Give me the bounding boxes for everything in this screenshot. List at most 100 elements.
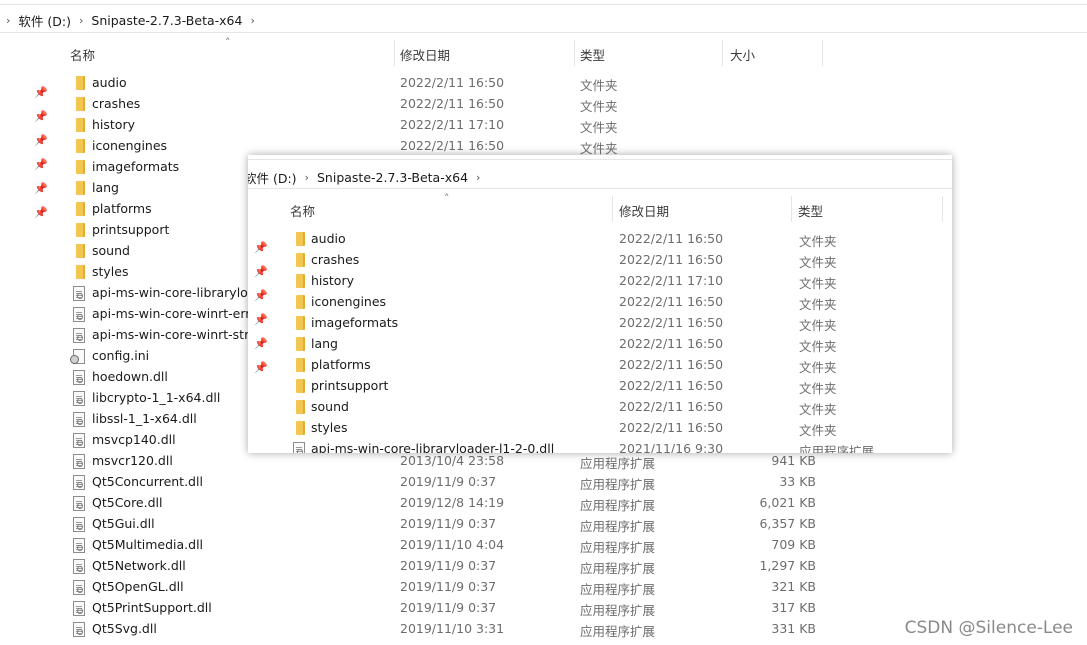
file-size: 6,357 KB: [759, 516, 816, 531]
chevron-right-icon[interactable]: ›: [79, 14, 83, 27]
file-name: Qt5Multimedia.dll: [92, 537, 204, 552]
folder-icon: [293, 400, 307, 415]
chevron-right-icon[interactable]: ›: [476, 171, 480, 184]
column-header-type[interactable]: 类型: [798, 196, 823, 224]
file-name: Qt5Concurrent.dll: [92, 474, 203, 489]
file-row[interactable]: history 2022/2/11 17:10 文件夹: [0, 115, 830, 136]
file-row[interactable]: iconengines 2022/2/11 16:50 文件夹: [248, 292, 952, 313]
dll-file-icon: [73, 496, 87, 511]
column-divider[interactable]: [791, 196, 792, 222]
file-name: printsupport: [92, 222, 170, 237]
modified-date: 2022/2/11 17:10: [400, 117, 505, 132]
column-header-name[interactable]: 名称: [290, 196, 315, 224]
file-name: msvcr120.dll: [92, 453, 173, 468]
file-type: 文件夹: [799, 423, 837, 438]
column-header-date[interactable]: 修改日期: [619, 196, 669, 224]
file-row[interactable]: audio 2022/2/11 16:50 文件夹: [0, 73, 830, 94]
file-size: 331 KB: [771, 621, 816, 636]
dll-file-icon: [73, 433, 87, 448]
file-row[interactable]: styles 2022/2/11 16:50 文件夹: [248, 418, 952, 439]
file-type: 文件夹: [799, 402, 837, 417]
file-row[interactable]: Qt5Network.dll 2019/11/9 0:37 应用程序扩展 1,297 …: [0, 556, 830, 577]
column-divider[interactable]: [574, 40, 575, 66]
file-size: 321 KB: [771, 579, 816, 594]
folder-icon: [73, 265, 87, 280]
chevron-right-icon[interactable]: ›: [6, 14, 10, 27]
modified-date: 2022/2/11 16:50: [619, 252, 724, 267]
file-row[interactable]: Qt5Multimedia.dll 2019/11/10 4:04 应用程序扩展 70…: [0, 535, 830, 556]
file-name: styles: [92, 264, 129, 279]
file-row[interactable]: lang 2022/2/11 16:50 文件夹: [248, 334, 952, 355]
file-row[interactable]: Qt5Svg.dll 2019/11/10 3:31 应用程序扩展 331 KB: [0, 619, 830, 640]
file-row[interactable]: crashes 2022/2/11 16:50 文件夹: [0, 94, 830, 115]
column-header-size[interactable]: 大小: [730, 40, 755, 68]
sort-up-icon: ˄: [444, 192, 450, 205]
file-name: crashes: [92, 96, 141, 111]
breadcrumb-drive[interactable]: 软件 (D:): [18, 11, 71, 30]
file-name: msvcp140.dll: [92, 432, 176, 447]
divider: [0, 4, 1087, 5]
file-name: api-ms-win-core-libraryloader-l1-2-0.dll: [311, 441, 555, 453]
modified-date: 2022/2/11 16:50: [400, 75, 505, 90]
file-type: 文件夹: [799, 360, 837, 375]
modified-date: 2022/2/11 16:50: [619, 315, 724, 330]
file-row[interactable]: history 2022/2/11 17:10 文件夹: [248, 271, 952, 292]
file-type: 文件夹: [799, 297, 837, 312]
modified-date: 2022/2/11 16:50: [619, 294, 724, 309]
file-type: 文件夹: [580, 99, 618, 114]
chevron-right-icon[interactable]: ›: [250, 14, 254, 27]
breadcrumb-folder[interactable]: Snipaste-2.7.3-Beta-x64: [317, 170, 468, 185]
file-size: 33 KB: [779, 474, 816, 489]
address-bar[interactable]: 软件 (D:) › Snipaste-2.7.3-Beta-x64 ›: [248, 165, 952, 189]
column-divider[interactable]: [612, 196, 613, 222]
file-name: Qt5Core.dll: [92, 495, 163, 510]
modified-date: 2019/11/9 0:37: [400, 579, 497, 594]
column-divider[interactable]: [822, 40, 823, 66]
file-row[interactable]: printsupport 2022/2/11 16:50 文件夹: [248, 376, 952, 397]
file-row[interactable]: Qt5OpenGL.dll 2019/11/9 0:37 应用程序扩展 321 KB: [0, 577, 830, 598]
file-row[interactable]: iconengines 2022/2/11 16:50 文件夹: [0, 136, 830, 157]
file-row[interactable]: Qt5Core.dll 2019/12/8 14:19 应用程序扩展 6,021 KB: [0, 493, 830, 514]
file-row[interactable]: api-ms-win-core-libraryloader-l1-2-0.dll…: [248, 439, 952, 453]
file-name: printsupport: [311, 378, 389, 393]
file-row[interactable]: audio 2022/2/11 16:50 文件夹: [248, 229, 952, 250]
modified-date: 2019/11/9 0:37: [400, 558, 497, 573]
folder-icon: [73, 181, 87, 196]
file-row[interactable]: Qt5Gui.dll 2019/11/9 0:37 应用程序扩展 6,357 KB: [0, 514, 830, 535]
column-header-name[interactable]: 名称: [70, 40, 95, 68]
column-header-type[interactable]: 类型: [580, 40, 605, 68]
file-name: platforms: [92, 201, 152, 216]
address-bar[interactable]: › 软件 (D:) › Snipaste-2.7.3-Beta-x64 ›: [0, 8, 1087, 32]
folder-icon: [73, 139, 87, 154]
file-name: libcrypto-1_1-x64.dll: [92, 390, 221, 405]
breadcrumb-drive[interactable]: 软件 (D:): [248, 168, 297, 187]
folder-icon: [293, 358, 307, 373]
dll-file-icon: [73, 517, 87, 532]
column-divider[interactable]: [942, 196, 943, 222]
modified-date: 2022/2/11 16:50: [619, 399, 724, 414]
divider: [248, 159, 952, 160]
file-row[interactable]: imageformats 2022/2/11 16:50 文件夹: [248, 313, 952, 334]
folder-icon: [73, 223, 87, 238]
dll-file-icon: [73, 601, 87, 616]
file-type: 应用程序扩展: [580, 561, 656, 576]
file-type: 文件夹: [580, 78, 618, 93]
file-row[interactable]: platforms 2022/2/11 16:50 文件夹: [248, 355, 952, 376]
file-name: api-ms-win-core-libraryloa: [92, 285, 256, 300]
column-divider[interactable]: [394, 40, 395, 66]
file-type: 文件夹: [799, 318, 837, 333]
file-name: history: [311, 273, 354, 288]
column-header-date[interactable]: 修改日期: [400, 40, 450, 68]
modified-date: 2019/11/9 0:37: [400, 600, 497, 615]
dll-file-icon: [73, 286, 87, 301]
file-name: Qt5Gui.dll: [92, 516, 155, 531]
file-row[interactable]: Qt5PrintSupport.dll 2019/11/9 0:37 应用程序扩展 3…: [0, 598, 830, 619]
modified-date: 2022/2/11 16:50: [619, 231, 724, 246]
file-row[interactable]: msvcr120.dll 2013/10/4 23:58 应用程序扩展 941 KB: [0, 451, 830, 472]
file-row[interactable]: crashes 2022/2/11 16:50 文件夹: [248, 250, 952, 271]
column-divider[interactable]: [722, 40, 723, 66]
chevron-right-icon[interactable]: ›: [305, 171, 309, 184]
file-row[interactable]: sound 2022/2/11 16:50 文件夹: [248, 397, 952, 418]
file-row[interactable]: Qt5Concurrent.dll 2019/11/9 0:37 应用程序扩展 33 …: [0, 472, 830, 493]
breadcrumb-folder[interactable]: Snipaste-2.7.3-Beta-x64: [91, 13, 242, 28]
